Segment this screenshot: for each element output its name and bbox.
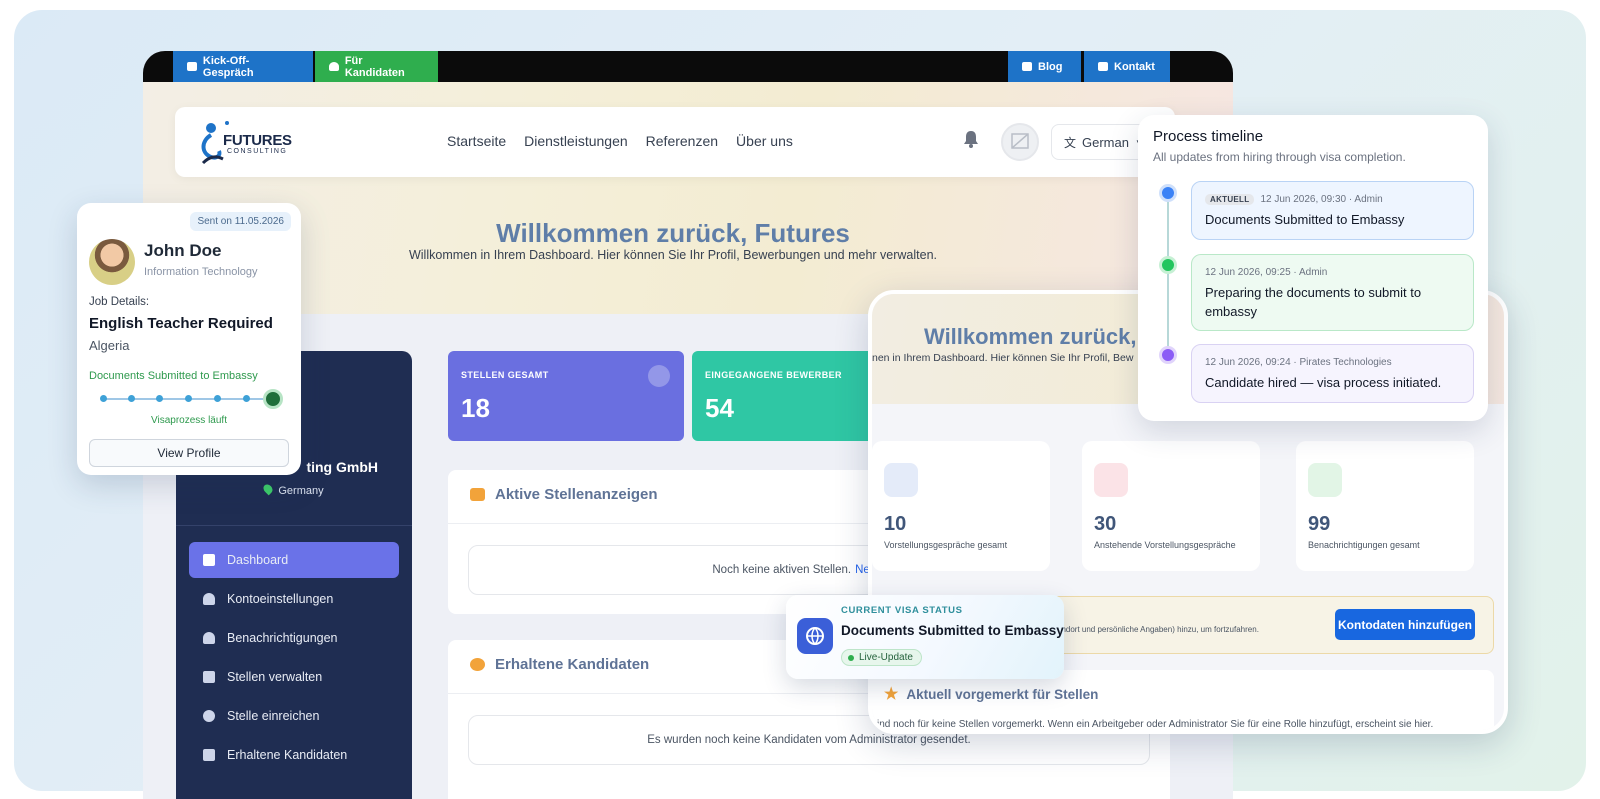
document-icon <box>203 671 215 683</box>
top-bar: Kick-Off-Gespräch Für Kandidaten Blog Ko… <box>143 51 1233 82</box>
divider <box>176 525 412 526</box>
language-select[interactable]: 文 German ▼ <box>1051 124 1151 160</box>
sidebar-item-erhaltene-kandidaten[interactable]: Erhaltene Kandidaten <box>189 737 399 773</box>
star-icon <box>1159 184 1177 202</box>
timeline-item: 12 Jun 2026, 09:24 · Pirates Technologie… <box>1191 344 1474 403</box>
contact-button[interactable]: Kontakt <box>1084 51 1170 82</box>
location-pin-icon <box>262 482 275 496</box>
candidate-card: Sent on 11.05.2026 John Doe Information … <box>77 203 301 475</box>
stat-card-interviews: 10 Vorstellungsgespräche gesamt <box>872 441 1050 571</box>
job-location: Algeria <box>89 338 130 353</box>
sidebar-item-stellen-verwalten[interactable]: Stellen verwalten <box>189 659 399 695</box>
stat-card-upcoming-interviews: 30 Anstehende Vorstellungsgespräche <box>1082 441 1260 571</box>
status-dot-icon <box>848 654 854 661</box>
person-icon <box>329 62 339 71</box>
bell-icon <box>203 632 215 644</box>
briefcase-icon <box>648 365 670 387</box>
job-details-label: Job Details: <box>89 296 150 308</box>
progress-step <box>128 395 135 402</box>
sidebar-item-dashboard[interactable]: Dashboard <box>189 542 399 578</box>
welcome-subtitle: nen in Ihrem Dashboard. Hier können Sie … <box>872 352 1134 364</box>
company-country: Germany <box>176 482 412 497</box>
stat-card-notifications: 99 Benachrichtigungen gesamt <box>1296 441 1474 571</box>
list-icon <box>203 749 215 761</box>
sidebar-item-stelle-einreichen[interactable]: Stelle einreichen <box>189 698 399 734</box>
users-icon <box>470 658 485 671</box>
progress-step <box>214 395 221 402</box>
profile-avatar[interactable] <box>1001 123 1039 161</box>
visa-status-label: CURRENT VISA STATUS <box>841 605 963 616</box>
current-step-icon <box>263 389 283 409</box>
video-icon <box>884 463 918 497</box>
current-badge: AKTUELL <box>1205 194 1255 205</box>
nav-link-startseite[interactable]: Startseite <box>447 133 506 149</box>
user-icon <box>203 593 215 605</box>
plus-circle-icon <box>203 710 215 722</box>
sent-date-badge: Sent on 11.05.2026 <box>190 212 291 231</box>
grid-icon <box>203 554 215 566</box>
candidate-department: Information Technology <box>144 266 258 278</box>
progress-step <box>100 395 107 402</box>
job-title: English Teacher Required <box>89 315 273 332</box>
sidebar-item-benachrichtigungen[interactable]: Benachrichtigungen <box>189 620 399 656</box>
timeline-title: Process timeline <box>1153 128 1264 145</box>
main-nav: Startseite Dienstleistungen Referenzen Ü… <box>447 133 793 149</box>
dot-icon <box>1159 346 1177 364</box>
blog-icon <box>1022 62 1032 71</box>
sidebar-menu: Dashboard Kontoeinstellungen Benachricht… <box>189 542 399 776</box>
briefcase-icon <box>187 62 197 71</box>
navbar: FUTURES CONSULTING Startseite Dienstleis… <box>175 107 1175 177</box>
progress-step <box>185 395 192 402</box>
check-dot-icon <box>1159 256 1177 274</box>
progress-step <box>156 395 163 402</box>
welcome-subtitle: Willkommen in Ihrem Dashboard. Hier könn… <box>408 248 938 262</box>
bell-icon <box>1308 463 1342 497</box>
calendar-check-icon <box>1094 463 1128 497</box>
live-update-badge: Live-Update <box>841 649 922 666</box>
timeline-subtitle: All updates from hiring through visa com… <box>1153 150 1406 164</box>
sidebar-item-kontoeinstellungen[interactable]: Kontoeinstellungen <box>189 581 399 617</box>
shortlisted-jobs-panel: ★ Aktuell vorgemerkt für Stellen sind noc… <box>872 670 1494 730</box>
step-label: Visaprozess läuft <box>151 415 227 426</box>
candidate-name: John Doe <box>144 241 222 260</box>
timeline-line <box>1167 201 1169 361</box>
timeline-item: AKTUELL 12 Jun 2026, 09:30 · Admin Docume… <box>1191 181 1474 240</box>
nav-link-dienstleistungen[interactable]: Dienstleistungen <box>524 133 628 149</box>
nav-link-ueber-uns[interactable]: Über uns <box>736 133 793 149</box>
blog-button[interactable]: Blog <box>1008 51 1081 82</box>
stat-card-jobs: STELLEN GESAMT 18 <box>448 351 684 441</box>
globe-icon <box>797 618 833 654</box>
visa-status-card: CURRENT VISA STATUS Documents Submitted … <box>786 595 1064 679</box>
welcome-title: Willkommen zurück, F <box>924 324 1157 349</box>
timeline-item: 12 Jun 2026, 09:25 · Admin Preparing the… <box>1191 254 1474 331</box>
star-icon: ★ <box>884 686 899 703</box>
mail-icon <box>1098 62 1108 71</box>
kickoff-button[interactable]: Kick-Off-Gespräch <box>173 51 313 82</box>
nav-link-referenzen[interactable]: Referenzen <box>646 133 718 149</box>
bell-icon[interactable] <box>961 129 983 151</box>
briefcase-icon <box>470 488 485 501</box>
translate-icon: 文 <box>1064 135 1077 150</box>
process-timeline: Process timeline All updates from hiring… <box>1138 115 1488 421</box>
for-candidates-button[interactable]: Für Kandidaten <box>315 51 438 82</box>
add-account-details-button[interactable]: Kontodaten hinzufügen <box>1335 609 1475 640</box>
avatar <box>89 239 135 285</box>
logo[interactable]: FUTURES CONSULTING <box>197 119 307 167</box>
visa-status-value: Documents Submitted to Embassy <box>841 623 1064 638</box>
view-profile-button[interactable]: View Profile <box>89 439 289 467</box>
candidate-status: Documents Submitted to Embassy <box>89 370 258 382</box>
progress-step <box>243 395 250 402</box>
welcome-title: Willkommen zurück, Futures <box>496 218 850 248</box>
